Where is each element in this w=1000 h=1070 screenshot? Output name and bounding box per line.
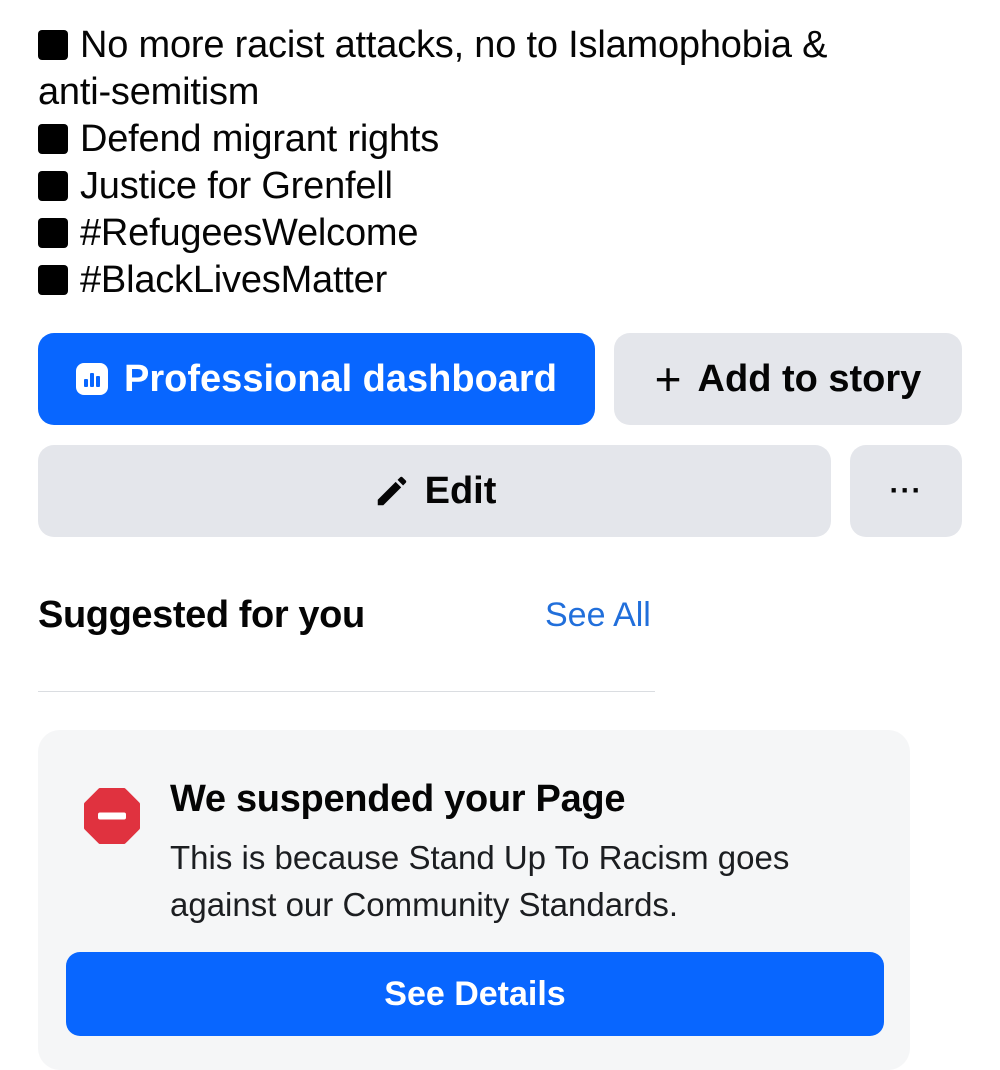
square-bullet-icon: [38, 218, 68, 248]
add-to-story-label: Add to story: [697, 357, 922, 400]
professional-dashboard-button[interactable]: Professional dashboard: [38, 333, 595, 425]
stop-icon: [84, 788, 140, 844]
pencil-icon: [377, 476, 406, 506]
bio-text: No more racist attacks, no to Islamophob…: [80, 24, 828, 66]
bio-text: Defend migrant rights: [80, 118, 440, 160]
bio-text: anti-semitism: [38, 71, 260, 113]
square-bullet-icon: [38, 171, 68, 201]
bio-text: Justice for Grenfell: [80, 165, 393, 207]
see-all-link[interactable]: See All: [545, 596, 651, 635]
more-icon: ···: [889, 474, 923, 507]
dashboard-icon: [76, 363, 109, 395]
hashtag-link[interactable]: #RefugeesWelcome: [80, 212, 418, 254]
hashtag-link[interactable]: #BlackLivesMatter: [80, 259, 387, 301]
see-details-label: See Details: [384, 974, 566, 1013]
bio-line: Justice for Grenfell: [38, 163, 968, 210]
notice-body: This is because Stand Up To Racism goes …: [170, 839, 790, 923]
divider: [38, 691, 655, 692]
plus-icon: +: [654, 353, 682, 405]
bio-line: #BlackLivesMatter: [38, 257, 968, 304]
bio-line: #RefugeesWelcome: [38, 210, 968, 257]
more-options-button[interactable]: ···: [850, 445, 962, 537]
square-bullet-icon: [38, 265, 68, 295]
bio-line: Defend migrant rights: [38, 116, 968, 163]
square-bullet-icon: [38, 124, 68, 154]
notice-title: We suspended your Page: [170, 778, 626, 820]
edit-label: Edit: [424, 469, 497, 512]
bio-line: No more racist attacks, no to Islamophob…: [38, 22, 968, 69]
bio-line: anti-semitism: [38, 69, 968, 116]
add-to-story-button[interactable]: + Add to story: [614, 333, 962, 425]
edit-button[interactable]: Edit: [38, 445, 831, 537]
see-details-button[interactable]: See Details: [66, 952, 884, 1036]
page-bio: No more racist attacks, no to Islamophob…: [38, 22, 968, 304]
square-bullet-icon: [38, 30, 68, 60]
professional-dashboard-label: Professional dashboard: [124, 357, 557, 400]
section-title: Suggested for you: [38, 594, 365, 636]
